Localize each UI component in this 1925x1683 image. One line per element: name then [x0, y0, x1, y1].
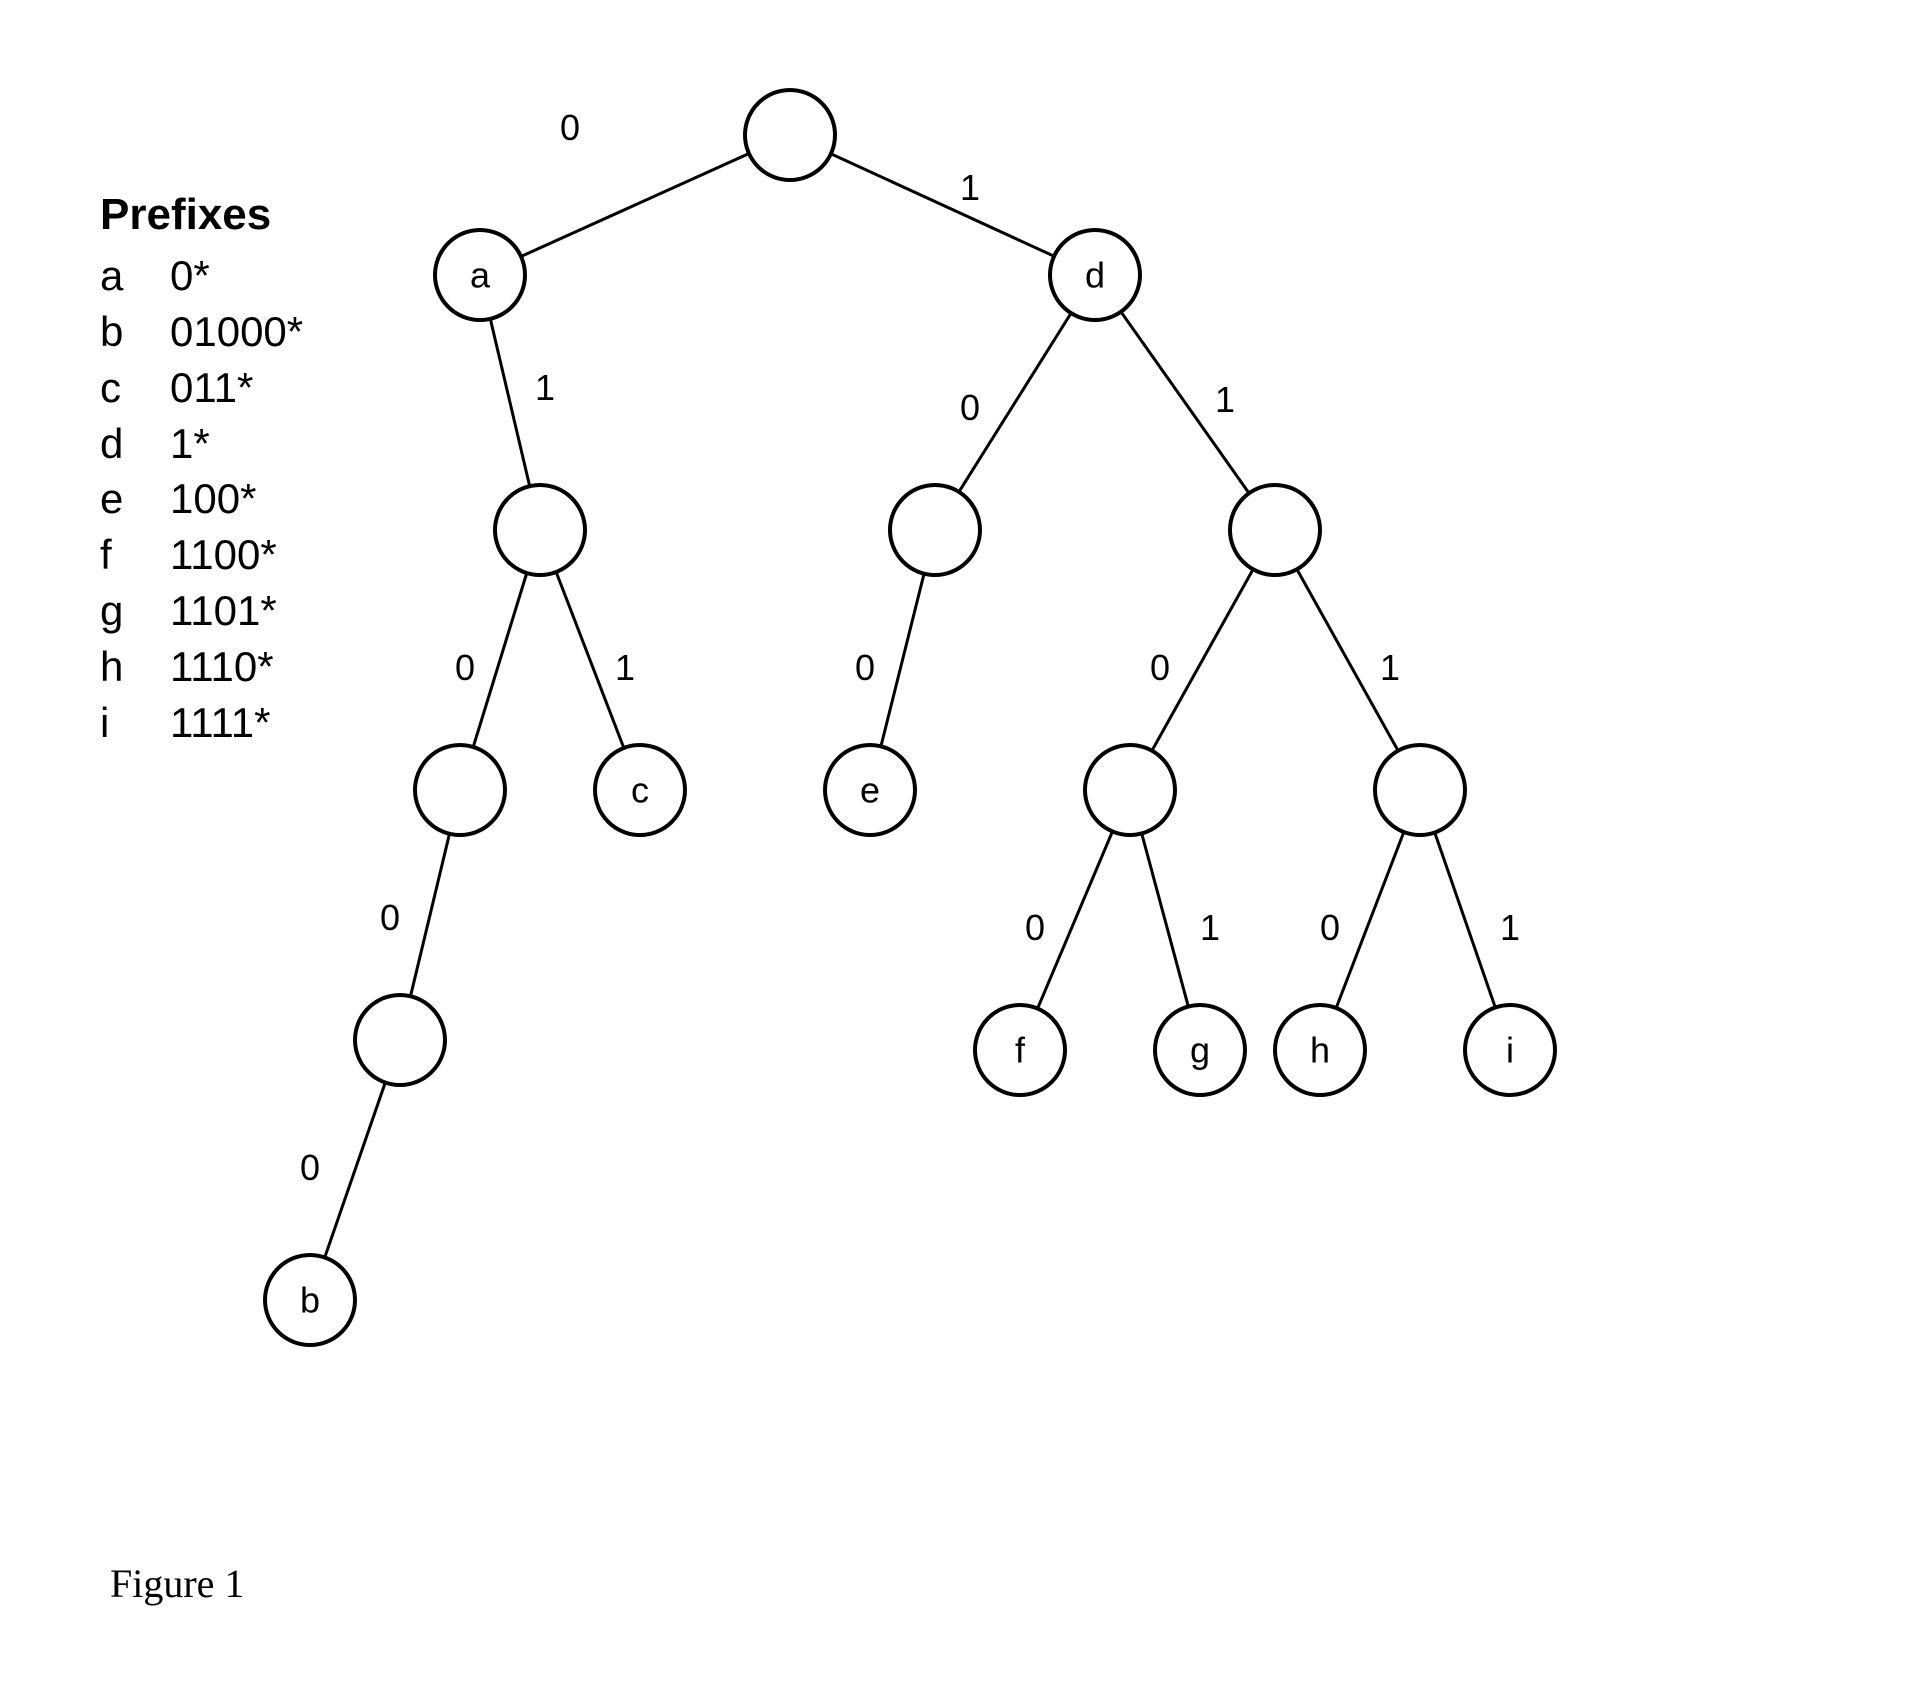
- edge-label-n0100-b: 0: [300, 1147, 320, 1188]
- edge-label-n01-c: 1: [615, 647, 635, 688]
- edge-label-n11-n110: 0: [1150, 647, 1170, 688]
- node-label-d: d: [1085, 255, 1105, 296]
- edge-label-n10-e: 0: [855, 647, 875, 688]
- edge-label-n110-g: 1: [1200, 907, 1220, 948]
- node-n110: [1085, 745, 1175, 835]
- edge-label-n111-h: 0: [1320, 907, 1340, 948]
- node-n111: [1375, 745, 1465, 835]
- edge-label-n01-n010: 0: [455, 647, 475, 688]
- figure-caption: Figure 1: [110, 1560, 244, 1607]
- edge-label-n11-n111: 1: [1380, 647, 1400, 688]
- edge-label-d-n10: 0: [960, 387, 980, 428]
- node-label-c: c: [631, 770, 649, 811]
- node-n11: [1230, 485, 1320, 575]
- node-label-a: a: [470, 255, 491, 296]
- node-root: [745, 90, 835, 180]
- node-n010: [415, 745, 505, 835]
- node-label-f: f: [1015, 1030, 1026, 1071]
- node-label-e: e: [860, 770, 880, 811]
- node-label-h: h: [1310, 1030, 1330, 1071]
- node-n0100: [355, 995, 445, 1085]
- edge-label-a-n01: 1: [535, 367, 555, 408]
- edge-label-root-d: 1: [960, 167, 980, 208]
- edge-label-root-a: 0: [560, 107, 580, 148]
- edge-label-n010-n0100: 0: [380, 897, 400, 938]
- node-label-b: b: [300, 1280, 320, 1321]
- diagram-container: Prefixes a0* b01000* c011* d1* e100* f11…: [0, 0, 1925, 1683]
- tree-diagram: a d c e f g h i b 0 1 1 0 1 0 1 0 0 1 0 …: [0, 0, 1925, 1683]
- edge-root-a: [480, 135, 790, 275]
- edge-label-n111-i: 1: [1500, 907, 1520, 948]
- node-label-g: g: [1190, 1030, 1210, 1071]
- node-n10: [890, 485, 980, 575]
- edge-label-n110-f: 0: [1025, 907, 1045, 948]
- node-n01: [495, 485, 585, 575]
- nodes-group: [265, 90, 1555, 1345]
- edge-label-d-n11: 1: [1215, 379, 1235, 420]
- edge-root-d: [790, 135, 1095, 275]
- node-label-i: i: [1506, 1030, 1514, 1071]
